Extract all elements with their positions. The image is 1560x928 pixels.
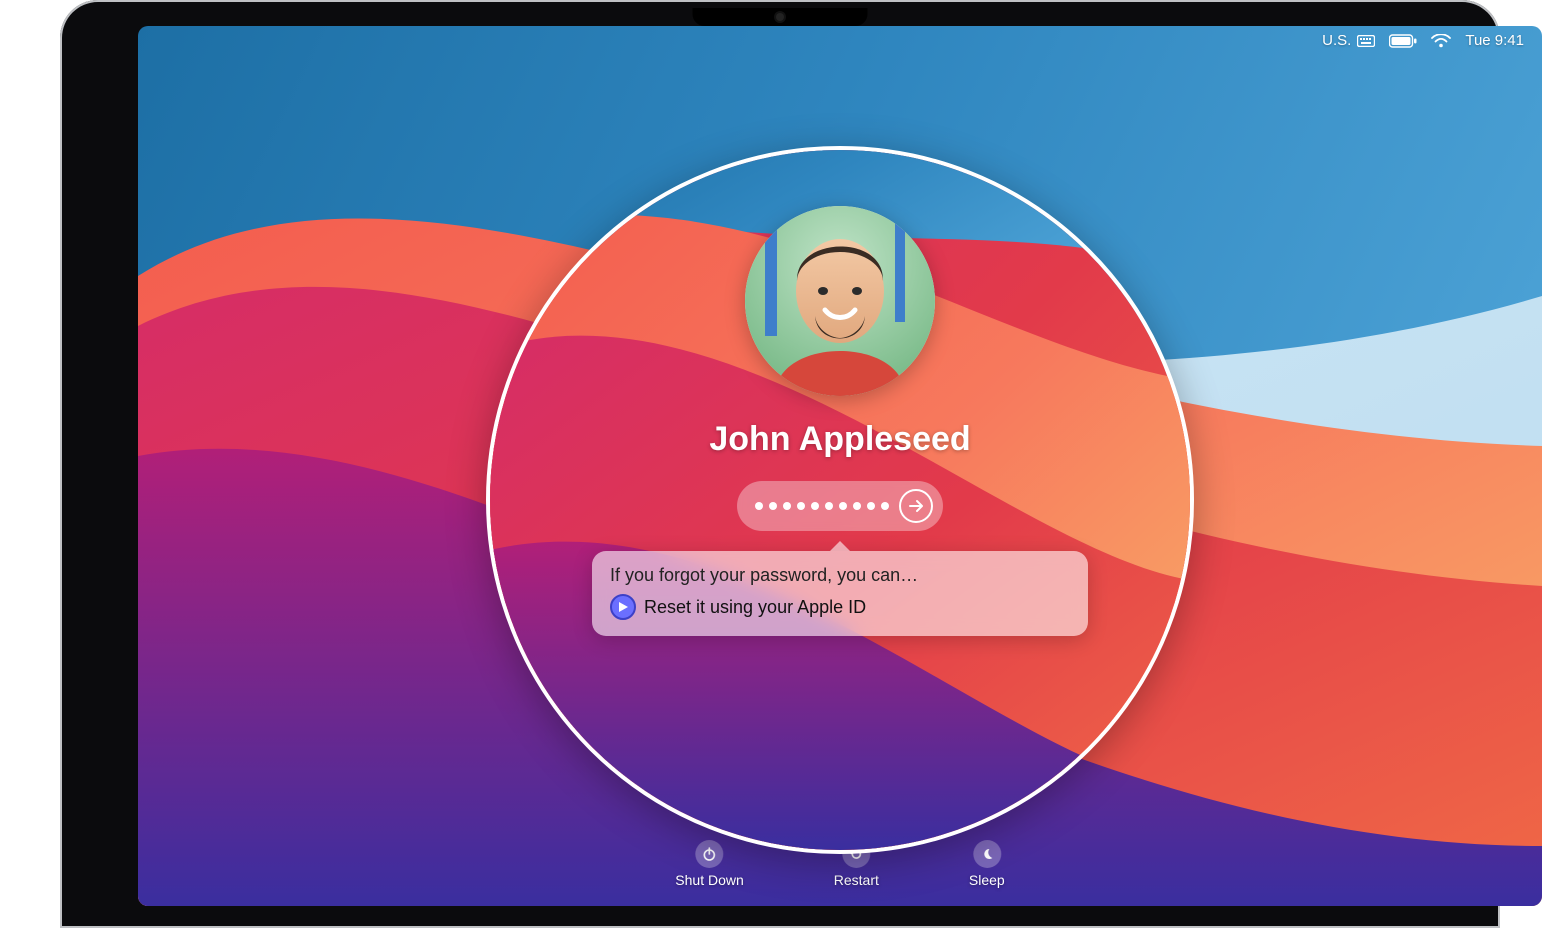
shut-down-label: Shut Down	[675, 872, 743, 888]
sleep-label: Sleep	[969, 872, 1005, 888]
battery-status[interactable]	[1389, 34, 1417, 48]
reset-label: Reset it using your Apple ID	[644, 597, 866, 618]
arrow-right-icon	[908, 498, 924, 514]
hint-message: If you forgot your password, you can…	[610, 565, 1070, 586]
clock[interactable]: Tue 9:41	[1465, 32, 1524, 49]
avatar-illustration	[745, 206, 935, 396]
login-panel: John Appleseed If you forgot your passwo…	[590, 206, 1090, 636]
battery-icon	[1389, 34, 1417, 48]
restart-label: Restart	[834, 872, 879, 888]
screen: U.S. Tue 9:41 Shut Down	[138, 26, 1542, 906]
keyboard-icon	[1357, 35, 1375, 47]
user-avatar[interactable]	[745, 206, 935, 396]
password-hint-popover: If you forgot your password, you can… Re…	[592, 551, 1088, 636]
clock-label: Tue 9:41	[1465, 32, 1524, 49]
input-source-label: U.S.	[1322, 32, 1351, 49]
submit-password-button[interactable]	[899, 489, 933, 523]
input-source-menu[interactable]: U.S.	[1322, 32, 1375, 49]
macbook-bezel: U.S. Tue 9:41 Shut Down	[60, 0, 1500, 928]
user-name-label: John Appleseed	[709, 420, 970, 459]
macbook-login-zoomed-frame: U.S. Tue 9:41 Shut Down	[0, 0, 1560, 928]
wifi-icon	[1431, 34, 1451, 48]
password-field[interactable]	[737, 481, 943, 531]
camera-icon	[776, 13, 784, 21]
password-dots	[755, 502, 889, 510]
wifi-status[interactable]	[1431, 34, 1451, 48]
reset-with-apple-id-button[interactable]: Reset it using your Apple ID	[610, 594, 1070, 620]
play-icon	[610, 594, 636, 620]
menu-bar: U.S. Tue 9:41	[1322, 32, 1524, 49]
zoom-lens: John Appleseed If you forgot your passwo…	[486, 146, 1194, 854]
